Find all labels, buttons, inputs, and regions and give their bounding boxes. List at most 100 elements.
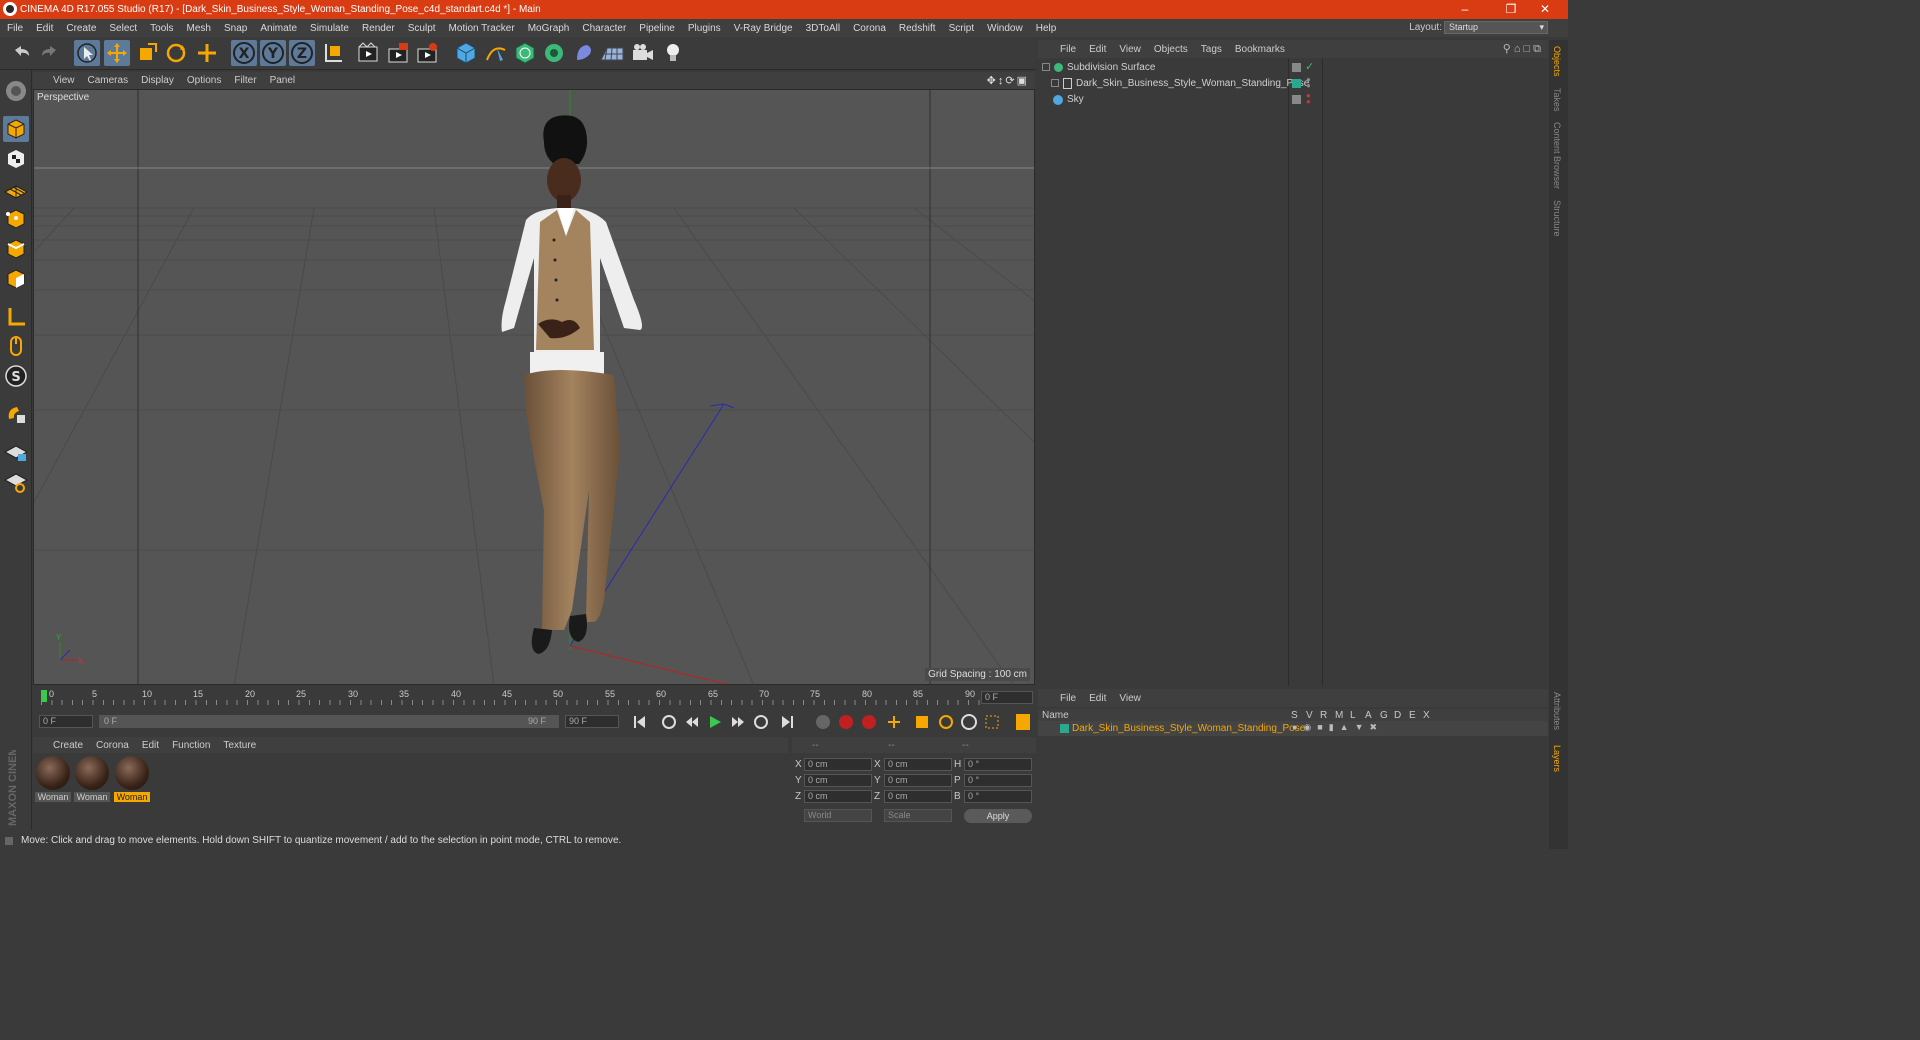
viewport-menu-view[interactable]: View — [53, 75, 75, 86]
menu-simulate[interactable]: Simulate — [310, 23, 349, 34]
visibility-dots-icon[interactable]: ● ● — [1306, 76, 1311, 90]
viewport-menu-panel[interactable]: Panel — [270, 75, 296, 86]
start-frame-field[interactable]: 0 F — [39, 715, 93, 728]
menu-script[interactable]: Script — [949, 23, 975, 34]
visibility-dots-icon[interactable]: ● ● — [1306, 92, 1311, 106]
viewport-nav-icons[interactable]: ✥↕⟳▣ — [987, 74, 1029, 87]
tab-attributes[interactable]: Attributes — [1552, 692, 1562, 730]
layer-color-icon[interactable] — [1292, 79, 1301, 88]
edges-mode-icon[interactable] — [3, 236, 29, 262]
viewport-menu-cameras[interactable]: Cameras — [88, 75, 129, 86]
layer-visibility-icon[interactable] — [1292, 95, 1301, 104]
menu-3dtoall[interactable]: 3DToAll — [806, 23, 840, 34]
layers-menu-edit[interactable]: Edit — [1089, 693, 1106, 704]
material-swatch[interactable]: Woman — [74, 756, 110, 804]
apply-button[interactable]: Apply — [964, 809, 1032, 823]
timeline-ruler[interactable]: 0 5 10 15 20 25 30 35 40 45 50 55 60 65 … — [33, 688, 1036, 708]
menu-sculpt[interactable]: Sculpt — [408, 23, 436, 34]
objects-menu-tags[interactable]: Tags — [1201, 44, 1222, 55]
move-tool-icon[interactable] — [104, 40, 130, 66]
snap-icon[interactable] — [3, 401, 29, 427]
menu-pipeline[interactable]: Pipeline — [639, 23, 675, 34]
object-row-woman[interactable]: Dark_Skin_Business_Style_Woman_Standing_… — [1038, 76, 1548, 92]
woman-model[interactable] — [501, 115, 643, 654]
size-z-field[interactable]: 0 cm — [884, 790, 952, 803]
menu-edit[interactable]: Edit — [36, 23, 53, 34]
tweak-mode-icon[interactable] — [3, 333, 29, 359]
position-x-field[interactable]: 0 cm — [804, 758, 872, 771]
workplane-mode-icon[interactable] — [3, 176, 29, 202]
polygons-mode-icon[interactable] — [3, 266, 29, 292]
subdivision-surface-icon[interactable] — [512, 40, 538, 66]
object-row-subdivision-surface[interactable]: Subdivision Surface ✓ — [1038, 60, 1548, 76]
enabled-check-icon[interactable]: ✓ — [1305, 60, 1314, 73]
menu-vray-bridge[interactable]: V-Ray Bridge — [734, 23, 793, 34]
undo-icon[interactable] — [8, 40, 34, 66]
materials-menu-corona[interactable]: Corona — [96, 740, 129, 751]
materials-menu-create[interactable]: Create — [53, 740, 83, 751]
minimize-button[interactable]: – — [1442, 0, 1488, 19]
tab-content-browser[interactable]: Content Browser — [1552, 122, 1562, 189]
objects-menu-view[interactable]: View — [1119, 44, 1141, 55]
rotation-p-field[interactable]: 0 ° — [964, 774, 1032, 787]
layer-color-icon[interactable] — [1060, 724, 1069, 733]
rotate-tool-icon[interactable] — [163, 40, 189, 66]
render-settings-icon[interactable] — [414, 40, 440, 66]
menu-motion-tracker[interactable]: Motion Tracker — [449, 23, 515, 34]
viewport-menu-filter[interactable]: Filter — [234, 75, 256, 86]
camera-object-icon[interactable] — [630, 40, 656, 66]
tab-structure[interactable]: Structure — [1552, 200, 1562, 237]
transport-buttons[interactable] — [634, 715, 793, 729]
menu-file[interactable]: File — [7, 23, 23, 34]
tab-layers[interactable]: Layers — [1552, 745, 1562, 772]
scale-select[interactable]: Scale — [884, 809, 952, 822]
size-x-field[interactable]: 0 cm — [884, 758, 952, 771]
x-axis-lock-icon[interactable]: X — [231, 40, 257, 66]
menu-help[interactable]: Help — [1036, 23, 1057, 34]
layers-menu-file[interactable]: File — [1060, 693, 1076, 704]
object-manager-search-icon[interactable]: ⚲⌂□⧉ — [1503, 42, 1544, 56]
viewport-menu-options[interactable]: Options — [187, 75, 221, 86]
render-region-icon[interactable] — [385, 40, 411, 66]
layers-menu-view[interactable]: View — [1119, 693, 1141, 704]
menu-animate[interactable]: Animate — [260, 23, 297, 34]
keyframe-buttons[interactable] — [816, 714, 1030, 730]
material-swatch[interactable]: Woman — [35, 756, 71, 804]
viewport-menu-display[interactable]: Display — [141, 75, 174, 86]
z-axis-lock-icon[interactable]: Z — [289, 40, 315, 66]
menu-plugins[interactable]: Plugins — [688, 23, 721, 34]
layer-visibility-icon[interactable] — [1292, 63, 1301, 72]
y-axis-lock-icon[interactable]: Y — [260, 40, 286, 66]
menu-render[interactable]: Render — [362, 23, 395, 34]
pen-spline-icon[interactable] — [483, 40, 509, 66]
tab-takes[interactable]: Takes — [1552, 88, 1562, 112]
menu-corona[interactable]: Corona — [853, 23, 886, 34]
cube-object-icon[interactable] — [453, 40, 479, 66]
end-frame-field[interactable]: 90 F — [565, 715, 619, 728]
object-row-sky[interactable]: Sky ● ● — [1038, 92, 1548, 108]
materials-menu-function[interactable]: Function — [172, 740, 210, 751]
playhead[interactable] — [41, 690, 47, 702]
menu-redshift[interactable]: Redshift — [899, 23, 936, 34]
position-z-field[interactable]: 0 cm — [804, 790, 872, 803]
menu-tools[interactable]: Tools — [150, 23, 173, 34]
floor-object-icon[interactable] — [599, 40, 625, 66]
close-button[interactable]: ✕ — [1522, 0, 1568, 19]
points-mode-icon[interactable] — [3, 206, 29, 232]
materials-menu-texture[interactable]: Texture — [223, 740, 256, 751]
materials-menu-edit[interactable]: Edit — [142, 740, 159, 751]
menu-character[interactable]: Character — [582, 23, 626, 34]
workplane-align-icon[interactable] — [3, 468, 29, 494]
size-y-field[interactable]: 0 cm — [884, 774, 952, 787]
rotation-h-field[interactable]: 0 ° — [964, 758, 1032, 771]
viewport-perspective[interactable]: Y X Perspective Grid Spacing : 100 cm — [33, 89, 1035, 685]
objects-menu-bookmarks[interactable]: Bookmarks — [1235, 44, 1285, 55]
make-editable-icon[interactable] — [3, 78, 29, 104]
cloner-icon[interactable] — [541, 40, 567, 66]
menu-mograph[interactable]: MoGraph — [528, 23, 570, 34]
axis-mode-icon[interactable] — [3, 304, 29, 330]
rotation-b-field[interactable]: 0 ° — [964, 790, 1032, 803]
redo-icon[interactable] — [37, 40, 63, 66]
texture-mode-icon[interactable] — [3, 146, 29, 172]
menu-create[interactable]: Create — [66, 23, 96, 34]
